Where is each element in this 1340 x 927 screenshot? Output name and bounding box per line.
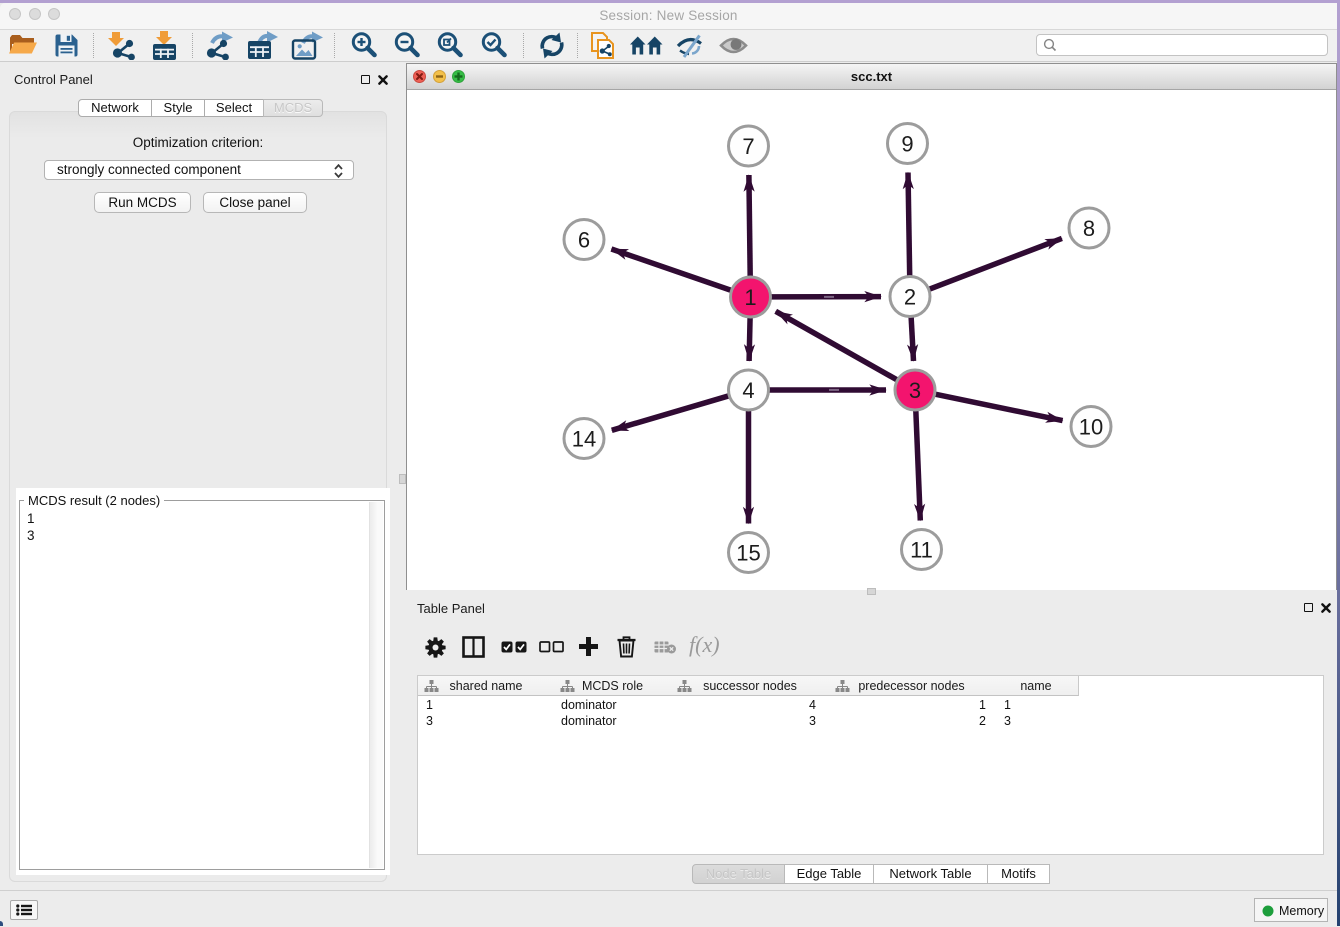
svg-text:4: 4 <box>742 378 754 403</box>
svg-text:3: 3 <box>909 378 921 403</box>
svg-text:15: 15 <box>736 541 760 566</box>
svg-text:2: 2 <box>904 285 916 310</box>
svg-text:9: 9 <box>901 132 913 157</box>
svg-text:8: 8 <box>1083 216 1095 241</box>
svg-text:10: 10 <box>1079 415 1103 440</box>
svg-text:7: 7 <box>742 134 754 159</box>
svg-text:1: 1 <box>744 285 756 310</box>
svg-text:6: 6 <box>578 228 590 253</box>
svg-text:14: 14 <box>572 427 596 452</box>
svg-text:11: 11 <box>910 538 933 563</box>
